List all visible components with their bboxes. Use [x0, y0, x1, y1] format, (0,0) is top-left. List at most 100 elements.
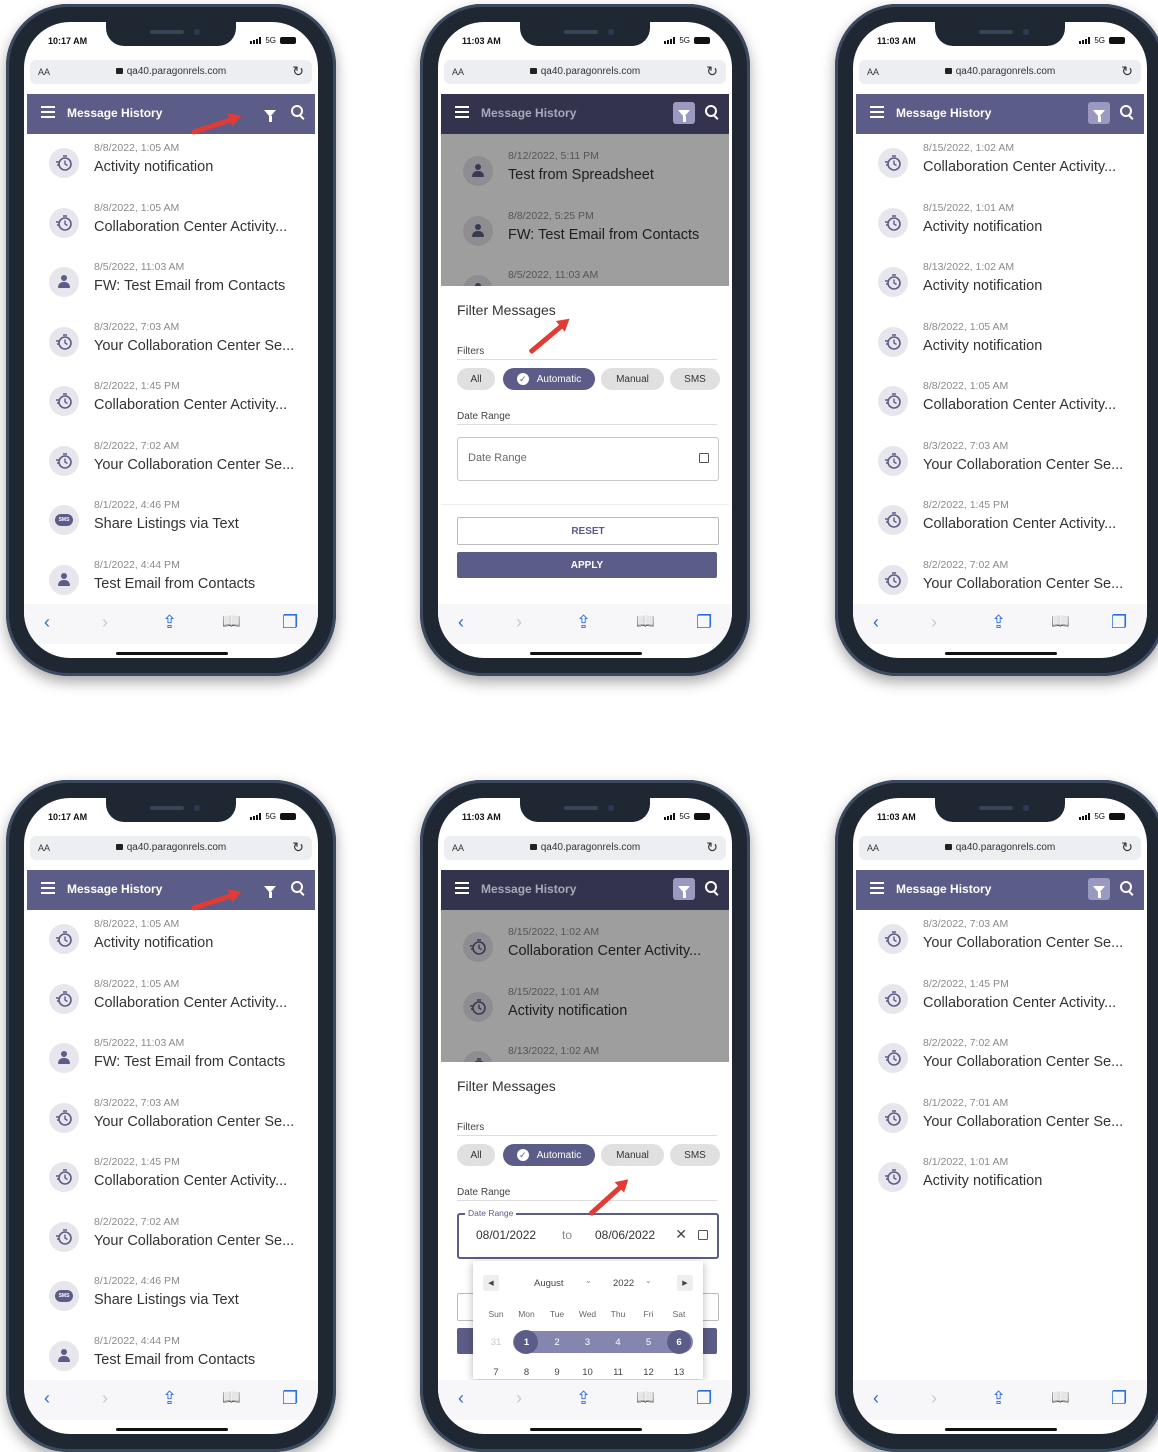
address-bar[interactable]: AA qa40.paragonrels.com ↻ — [859, 836, 1141, 860]
share-icon[interactable]: ⇪ — [576, 612, 591, 633]
message-item[interactable]: 8/2/2022, 7:02 AM Your Collaboration Cent… — [856, 551, 1144, 603]
reload-icon[interactable]: ↻ — [292, 839, 304, 856]
message-item[interactable]: 8/8/2022, 1:05 AM Collaboration Center Ac… — [27, 970, 315, 1029]
calendar-day[interactable]: 9 — [542, 1367, 572, 1378]
next-month-button[interactable]: ▶ — [677, 1275, 693, 1291]
calendar-day[interactable]: 6 — [664, 1337, 694, 1348]
address-bar[interactable]: AA qa40.paragonrels.com ↻ — [30, 836, 312, 860]
search-icon[interactable] — [705, 105, 717, 117]
address-bar[interactable]: AA qa40.paragonrels.com ↻ — [859, 60, 1141, 84]
message-item[interactable]: 8/2/2022, 1:45 PM Collaboration Center Ac… — [27, 1148, 315, 1207]
message-item[interactable]: 8/15/2022, 1:01 AM Activity notification — [856, 194, 1144, 253]
url-display[interactable]: qa40.paragonrels.com — [30, 842, 312, 853]
url-display[interactable]: qa40.paragonrels.com — [859, 842, 1141, 853]
tabs-icon[interactable]: ❐ — [696, 1388, 712, 1409]
message-item[interactable]: 8/1/2022, 4:44 PM Test Email from Contact… — [27, 551, 315, 603]
prev-month-button[interactable]: ◀ — [483, 1275, 499, 1291]
tabs-icon[interactable]: ❐ — [1111, 612, 1127, 633]
reload-icon[interactable]: ↻ — [706, 63, 718, 80]
message-item[interactable]: 8/5/2022, 11:03 AM FW: Test Email from Co… — [27, 253, 315, 312]
bookmarks-icon[interactable]: 📖 — [222, 1388, 241, 1406]
share-icon[interactable]: ⇪ — [991, 612, 1006, 633]
url-display[interactable]: qa40.paragonrels.com — [30, 66, 312, 77]
message-item[interactable]: 8/2/2022, 7:02 AM Your Collaboration Cent… — [856, 1029, 1144, 1088]
hamburger-menu-icon[interactable] — [41, 106, 55, 118]
back-icon[interactable]: ‹ — [873, 612, 879, 633]
calendar-day[interactable]: 5 — [634, 1337, 664, 1348]
reload-icon[interactable]: ↻ — [1121, 63, 1133, 80]
forward-icon[interactable]: › — [516, 1388, 522, 1409]
address-bar[interactable]: AA qa40.paragonrels.com ↻ — [30, 60, 312, 84]
date-range-field[interactable]: Date Range 08/01/2022 to 08/06/2022 ✕ — [457, 1208, 719, 1259]
calendar-day[interactable]: 12 — [634, 1367, 664, 1378]
message-item[interactable]: 8/8/2022, 1:05 AM Collaboration Center Ac… — [27, 194, 315, 253]
message-item[interactable]: 8/2/2022, 1:45 PM Collaboration Center Ac… — [856, 491, 1144, 550]
search-icon[interactable] — [705, 881, 717, 893]
calendar-day[interactable]: 2 — [542, 1337, 572, 1348]
share-icon[interactable]: ⇪ — [162, 1388, 177, 1409]
bookmarks-icon[interactable]: 📖 — [1051, 612, 1070, 630]
forward-icon[interactable]: › — [931, 1388, 937, 1409]
message-item[interactable]: 8/2/2022, 1:45 PM Collaboration Center Ac… — [27, 372, 315, 431]
forward-icon[interactable]: › — [102, 612, 108, 633]
message-item[interactable]: SMS 8/1/2022, 4:46 PM Share Listings via T… — [27, 491, 315, 550]
apply-button[interactable]: APPLY — [457, 552, 717, 578]
message-item[interactable]: 8/2/2022, 1:45 PM Collaboration Center Ac… — [856, 970, 1144, 1029]
message-item[interactable]: 8/3/2022, 7:03 AM Your Collaboration Cent… — [856, 910, 1144, 969]
tabs-icon[interactable]: ❐ — [1111, 1388, 1127, 1409]
back-icon[interactable]: ‹ — [458, 612, 464, 633]
clear-icon[interactable]: ✕ — [675, 1226, 687, 1243]
share-icon[interactable]: ⇪ — [576, 1388, 591, 1409]
forward-icon[interactable]: › — [516, 612, 522, 633]
reset-button[interactable]: RESET — [457, 517, 719, 545]
tabs-icon[interactable]: ❐ — [696, 612, 712, 633]
calendar-day[interactable]: 4 — [603, 1337, 633, 1348]
bookmarks-icon[interactable]: 📖 — [636, 1388, 655, 1406]
filter-button[interactable] — [673, 878, 695, 900]
message-item[interactable]: 8/1/2022, 4:44 PM Test Email from Contact… — [27, 1327, 315, 1379]
filter-chip-manual[interactable]: Manual — [601, 368, 664, 390]
filter-button[interactable] — [259, 102, 281, 124]
date-range-input[interactable]: Date Range — [457, 437, 719, 481]
address-bar[interactable]: AA qa40.paragonrels.com ↻ — [444, 60, 726, 84]
filter-button[interactable] — [259, 878, 281, 900]
address-bar[interactable]: AA qa40.paragonrels.com ↻ — [444, 836, 726, 860]
message-item[interactable]: 8/15/2022, 1:02 AM Collaboration Center A… — [856, 134, 1144, 193]
reload-icon[interactable]: ↻ — [706, 839, 718, 856]
bookmarks-icon[interactable]: 📖 — [222, 612, 241, 630]
share-icon[interactable]: ⇪ — [991, 1388, 1006, 1409]
date-from-value[interactable]: 08/01/2022 — [476, 1228, 536, 1242]
bookmarks-icon[interactable]: 📖 — [1051, 1388, 1070, 1406]
tabs-icon[interactable]: ❐ — [282, 1388, 298, 1409]
reload-icon[interactable]: ↻ — [1121, 839, 1133, 856]
year-select[interactable]: 2022 — [613, 1278, 634, 1289]
forward-icon[interactable]: › — [102, 1388, 108, 1409]
hamburger-menu-icon[interactable] — [870, 106, 884, 118]
bookmarks-icon[interactable]: 📖 — [636, 612, 655, 630]
message-item[interactable]: 8/3/2022, 7:03 AM Your Collaboration Cent… — [27, 313, 315, 372]
search-icon[interactable] — [291, 105, 303, 117]
filter-chip-manual[interactable]: Manual — [601, 1144, 664, 1166]
month-select[interactable]: August — [534, 1278, 564, 1289]
back-icon[interactable]: ‹ — [873, 1388, 879, 1409]
message-item[interactable]: 8/8/2022, 1:05 AM Collaboration Center Ac… — [856, 372, 1144, 431]
message-item[interactable]: 8/1/2022, 1:01 AM Activity notification — [856, 1148, 1144, 1207]
calendar-day[interactable]: 13 — [664, 1367, 694, 1378]
calendar-day[interactable]: 10 — [573, 1367, 603, 1378]
search-icon[interactable] — [291, 881, 303, 893]
message-item[interactable]: 8/5/2022, 11:03 AM FW: Test Email from Co… — [27, 1029, 315, 1088]
calendar-icon[interactable] — [698, 1230, 708, 1240]
calendar-day[interactable]: 1 — [512, 1337, 542, 1348]
modal-backdrop[interactable] — [441, 910, 729, 1062]
filter-button[interactable] — [673, 102, 695, 124]
message-item[interactable]: 8/13/2022, 1:02 AM Activity notification — [856, 253, 1144, 312]
filter-chip-sms[interactable]: SMS — [670, 1144, 720, 1166]
filter-button[interactable] — [1088, 102, 1110, 124]
message-item[interactable]: 8/8/2022, 1:05 AM Activity notification — [27, 134, 315, 193]
calendar-day[interactable]: 11 — [603, 1367, 633, 1378]
calendar-icon[interactable] — [699, 453, 709, 463]
url-display[interactable]: qa40.paragonrels.com — [444, 842, 726, 853]
reload-icon[interactable]: ↻ — [292, 63, 304, 80]
date-to-value[interactable]: 08/06/2022 — [595, 1228, 655, 1242]
share-icon[interactable]: ⇪ — [162, 612, 177, 633]
